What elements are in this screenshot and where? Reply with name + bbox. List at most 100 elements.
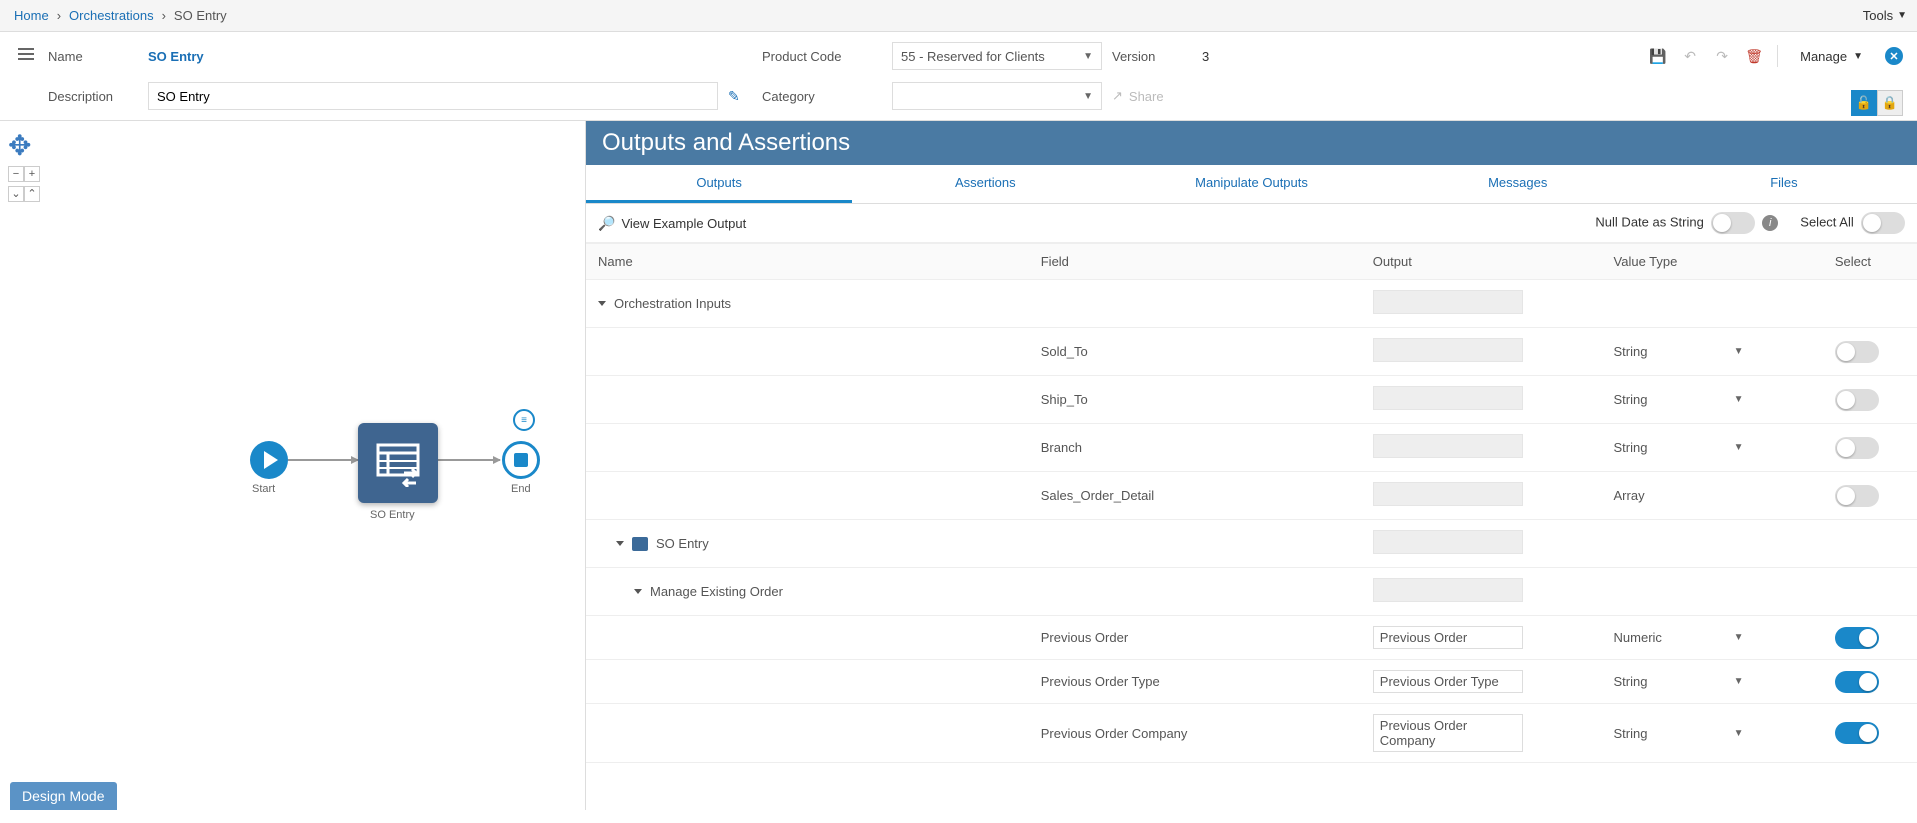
field-cell: Ship_To: [1029, 376, 1361, 424]
select-toggle[interactable]: [1835, 389, 1879, 411]
design-mode-button[interactable]: Design Mode: [10, 782, 117, 810]
field-cell: Previous Order Company: [1029, 704, 1361, 763]
output-cell: [1373, 434, 1523, 458]
caret-down-icon: ▼: [1734, 632, 1744, 643]
tab-outputs[interactable]: Outputs: [586, 165, 852, 203]
delete-icon[interactable]: 🗑: [1745, 47, 1763, 65]
chevron-down-icon: [598, 301, 606, 306]
select-all-label: Select All: [1800, 214, 1853, 229]
version-label: Version: [1112, 49, 1192, 64]
group-toggle[interactable]: SO Entry: [598, 536, 1017, 551]
category-select[interactable]: ▼: [892, 82, 1102, 110]
field-cell: Branch: [1029, 424, 1361, 472]
view-example-output[interactable]: 🔎 View Example Output: [598, 215, 746, 232]
value-type-value: Numeric: [1614, 630, 1662, 645]
value-type-value: Array: [1614, 488, 1645, 503]
select-all-toggle[interactable]: [1861, 212, 1905, 234]
select-toggle[interactable]: [1835, 671, 1879, 693]
connector: [438, 459, 500, 461]
table-row: Sales_Order_DetailArray: [586, 472, 1917, 520]
product-code-select[interactable]: 55 - Reserved for Clients ▼: [892, 42, 1102, 70]
tab-files[interactable]: Files: [1651, 165, 1917, 203]
value-type-select[interactable]: Array: [1614, 488, 1744, 503]
table-row: Previous Order Previous Order Numeric ▼: [586, 616, 1917, 660]
tab-assertions[interactable]: Assertions: [852, 165, 1118, 203]
collapse-all-button[interactable]: ⌃: [24, 186, 40, 202]
close-icon[interactable]: ✕: [1885, 47, 1903, 65]
end-node[interactable]: [502, 441, 540, 479]
tabs: Outputs Assertions Manipulate Outputs Me…: [586, 165, 1917, 204]
output-cell: [1373, 530, 1523, 554]
table-row: Previous Order Type Previous Order Type St…: [586, 660, 1917, 704]
description-input[interactable]: [148, 82, 718, 110]
manage-button[interactable]: Manage ▼: [1792, 42, 1871, 70]
task-node[interactable]: [358, 423, 438, 503]
hamburger-icon[interactable]: [14, 42, 38, 66]
caret-down-icon: ▼: [1083, 51, 1093, 62]
output-input[interactable]: Previous Order Type: [1373, 670, 1523, 693]
undo-icon[interactable]: ↶: [1681, 47, 1699, 65]
breadcrumb-orchestrations[interactable]: Orchestrations: [69, 8, 154, 23]
share-button[interactable]: ↗ Share: [1112, 88, 1192, 104]
unlock-icon[interactable]: 🔓: [1851, 90, 1877, 116]
description-label: Description: [48, 89, 138, 104]
breadcrumb: Home › Orchestrations › SO Entry Tools ▼: [0, 0, 1917, 32]
caret-down-icon: ▼: [1734, 442, 1744, 453]
value-type-value: String: [1614, 344, 1648, 359]
info-icon[interactable]: i: [1762, 215, 1778, 231]
tab-manipulate-outputs[interactable]: Manipulate Outputs: [1118, 165, 1384, 203]
output-cell: [1373, 386, 1523, 410]
view-example-label: View Example Output: [621, 216, 746, 231]
col-value-type: Value Type: [1602, 244, 1823, 280]
null-date-toggle[interactable]: [1711, 212, 1755, 234]
value-type-select[interactable]: String▼: [1614, 726, 1744, 741]
zoom-in-button[interactable]: +: [24, 166, 40, 182]
output-input[interactable]: Previous Order Company: [1373, 714, 1523, 752]
select-toggle[interactable]: [1835, 341, 1879, 363]
value-type-select[interactable]: Numeric ▼: [1614, 630, 1744, 645]
caret-down-icon: ▼: [1734, 346, 1744, 357]
table-row: Ship_To String▼: [586, 376, 1917, 424]
select-toggle[interactable]: [1835, 627, 1879, 649]
start-node[interactable]: [250, 441, 288, 479]
group-toggle[interactable]: Manage Existing Order: [598, 584, 1017, 599]
expand-all-button[interactable]: ⌄: [8, 186, 24, 202]
output-input[interactable]: Previous Order: [1373, 626, 1523, 649]
value-type-select[interactable]: String▼: [1614, 674, 1744, 689]
panel-title: Outputs and Assertions: [586, 121, 1917, 165]
tools-menu[interactable]: Tools ▼: [1863, 8, 1907, 23]
tab-messages[interactable]: Messages: [1385, 165, 1651, 203]
value-type-value: String: [1614, 440, 1648, 455]
value-type-value: String: [1614, 392, 1648, 407]
select-toggle[interactable]: [1835, 485, 1879, 507]
move-icon[interactable]: ✥: [8, 129, 40, 162]
canvas[interactable]: ✥ − + ⌄ ⌃ Start: [0, 121, 586, 810]
value-type-select[interactable]: String ▼: [1614, 440, 1744, 455]
group-name: SO Entry: [656, 536, 709, 551]
outputs-badge-icon[interactable]: ≡: [513, 409, 535, 431]
edit-icon[interactable]: ✎: [728, 88, 752, 105]
field-cell: Sold_To: [1029, 328, 1361, 376]
right-toolbar: 💾 ↶ ↷ 🗑 Manage ▼ ✕: [1649, 42, 1903, 70]
value-type-select[interactable]: String▼: [1614, 392, 1744, 407]
field-cell: Previous Order Type: [1029, 660, 1361, 704]
tools-label: Tools: [1863, 8, 1893, 23]
redo-icon[interactable]: ↷: [1713, 47, 1731, 65]
panel: Outputs and Assertions Outputs Assertion…: [586, 121, 1917, 810]
select-toggle[interactable]: [1835, 437, 1879, 459]
field-cell: Previous Order: [1029, 616, 1361, 660]
zoom-out-button[interactable]: −: [8, 166, 24, 182]
table-row: Manage Existing Order: [586, 568, 1917, 616]
value-type-select[interactable]: String ▼: [1614, 344, 1744, 359]
table-row: Orchestration Inputs: [586, 280, 1917, 328]
table-row: Sold_To String ▼: [586, 328, 1917, 376]
col-select: Select: [1823, 244, 1917, 280]
table-row: Branch String ▼: [586, 424, 1917, 472]
lock-icon[interactable]: 🔒: [1877, 90, 1903, 116]
save-icon[interactable]: 💾: [1649, 47, 1667, 65]
group-toggle[interactable]: Orchestration Inputs: [598, 296, 1017, 311]
select-toggle[interactable]: [1835, 722, 1879, 744]
name-value[interactable]: SO Entry: [148, 49, 718, 64]
breadcrumb-home[interactable]: Home: [14, 8, 49, 23]
output-cell: [1373, 578, 1523, 602]
